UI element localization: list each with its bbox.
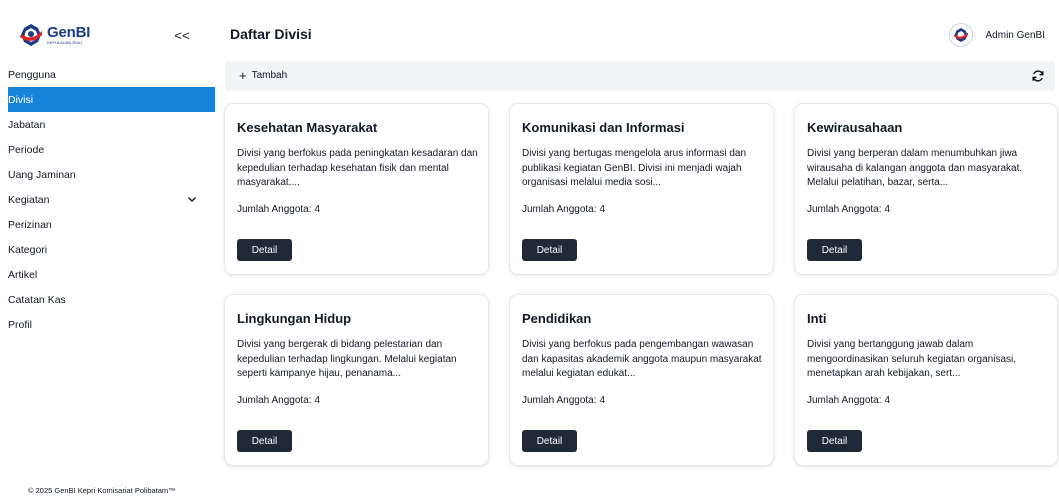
sidebar: GenBI KEPULAUAN RIAU << Pengguna Divisi … [0,0,215,499]
genbi-logo[interactable]: GenBI KEPULAUAN RIAU [18,22,90,48]
division-title: Inti [807,311,827,326]
sidebar-item-label: Periode [8,143,45,156]
member-count-label: Jumlah Anggota: [522,395,597,406]
detail-button[interactable]: Detail [522,239,577,261]
app: GenBI KEPULAUAN RIAU << Pengguna Divisi … [0,0,1059,499]
genbi-logo-icon [20,24,42,46]
sidebar-item-profil[interactable]: Profil [8,312,215,337]
division-description: Divisi yang bertanggung jawab dalam meng… [807,339,1017,379]
sidebar-item-kegiatan[interactable]: Kegiatan [8,187,215,212]
sidebar-item-periode[interactable]: Periode [8,137,215,162]
division-title: Komunikasi dan Informasi [522,120,685,135]
sidebar-nav: Pengguna Divisi Jabatan Periode Uang Jam… [8,62,215,337]
division-description: Divisi yang bergerak di bidang pelestari… [237,339,457,379]
member-count: Jumlah Anggota: 4 [237,204,320,215]
sidebar-item-label: Catatan Kas [8,293,66,306]
member-count: Jumlah Anggota: 4 [807,204,890,215]
division-description: Divisi yang berfokus pada pengembangan w… [522,339,762,379]
division-card: Kesehatan Masyarakat Divisi yang berfoku… [224,103,489,275]
sidebar-item-divisi[interactable]: Divisi [8,87,215,112]
main-content: Daftar Divisi Admin GenBI + Tambah Keseh… [215,0,1059,499]
division-title: Kesehatan Masyarakat [237,120,378,135]
sidebar-item-label: Artikel [8,268,38,281]
member-count-value: 4 [314,204,321,215]
sidebar-item-label: Kegiatan [8,193,50,206]
sidebar-item-label: Uang Jaminan [8,168,76,181]
member-count-label: Jumlah Anggota: [807,204,882,215]
division-description: Divisi yang bertugas mengelola arus info… [522,148,747,188]
page-title: Daftar Divisi [230,26,312,42]
member-count-value: 4 [599,204,606,215]
double-chevron-left-icon: << [174,27,190,43]
member-count: Jumlah Anggota: 4 [522,204,605,215]
member-count: Jumlah Anggota: 4 [522,395,605,406]
sidebar-item-jabatan[interactable]: Jabatan [8,112,215,137]
add-division-button[interactable]: + Tambah [239,69,287,82]
division-card: Lingkungan Hidup Divisi yang bergerak di… [224,294,489,466]
brand-subtitle: KEPULAUAN RIAU [47,40,82,45]
sidebar-item-uang-jaminan[interactable]: Uang Jaminan [8,162,215,187]
member-count: Jumlah Anggota: 4 [807,395,890,406]
division-card: Inti Divisi yang bertanggung jawab dalam… [794,294,1058,466]
sidebar-item-kategori[interactable]: Kategori [8,237,215,262]
sidebar-header: GenBI KEPULAUAN RIAU << [0,0,215,62]
sidebar-item-label: Pengguna [8,68,56,81]
member-count-value: 4 [314,395,321,406]
avatar [948,23,973,47]
division-title: Pendidikan [522,311,592,326]
sidebar-footer: © 2025 GenBI Kepri Komisariat Polibatam™ [28,486,176,495]
plus-icon: + [239,68,247,83]
division-card: Pendidikan Divisi yang berfokus pada pen… [509,294,774,466]
detail-button[interactable]: Detail [807,239,862,261]
add-button-label: Tambah [251,70,288,81]
member-count-value: 4 [884,204,891,215]
member-count-label: Jumlah Anggota: [807,395,882,406]
brand-name: GenBI [47,24,91,41]
member-count-value: 4 [599,395,606,406]
member-count-label: Jumlah Anggota: [237,395,312,406]
sidebar-item-perizinan[interactable]: Perizinan [8,212,215,237]
sidebar-item-catatan-kas[interactable]: Catatan Kas [8,287,215,312]
member-count-label: Jumlah Anggota: [522,204,597,215]
sidebar-item-label: Kategori [8,243,48,256]
division-title: Lingkungan Hidup [237,311,352,326]
sidebar-item-label: Jabatan [8,118,46,131]
refresh-icon [1032,70,1044,82]
sidebar-item-pengguna[interactable]: Pengguna [8,62,215,87]
division-description: Divisi yang berfokus pada peningkatan ke… [237,148,478,188]
member-count-value: 4 [884,395,891,406]
toolbar: + Tambah [225,61,1055,91]
detail-button[interactable]: Detail [807,430,862,452]
genbi-logo-icon [953,28,968,42]
user-menu[interactable]: Admin GenBI [948,23,1045,47]
division-card: Komunikasi dan Informasi Divisi yang ber… [509,103,774,275]
refresh-button[interactable] [1031,69,1045,83]
user-name: Admin GenBI [985,29,1045,41]
detail-button[interactable]: Detail [237,239,292,261]
sidebar-item-label: Perizinan [8,218,52,231]
division-title: Kewirausahaan [807,120,903,135]
sidebar-item-label: Divisi [8,93,34,106]
member-count-label: Jumlah Anggota: [237,204,312,215]
chevron-down-icon [188,197,196,202]
detail-button[interactable]: Detail [237,430,292,452]
sidebar-item-label: Profil [8,318,32,331]
sidebar-item-artikel[interactable]: Artikel [8,262,215,287]
detail-button[interactable]: Detail [522,430,577,452]
division-card: Kewirausahaan Divisi yang berperan dalam… [794,103,1058,275]
collapse-sidebar-button[interactable]: << [168,22,196,48]
member-count: Jumlah Anggota: 4 [237,395,320,406]
division-description: Divisi yang berperan dalam menumbuhkan j… [807,148,1023,188]
